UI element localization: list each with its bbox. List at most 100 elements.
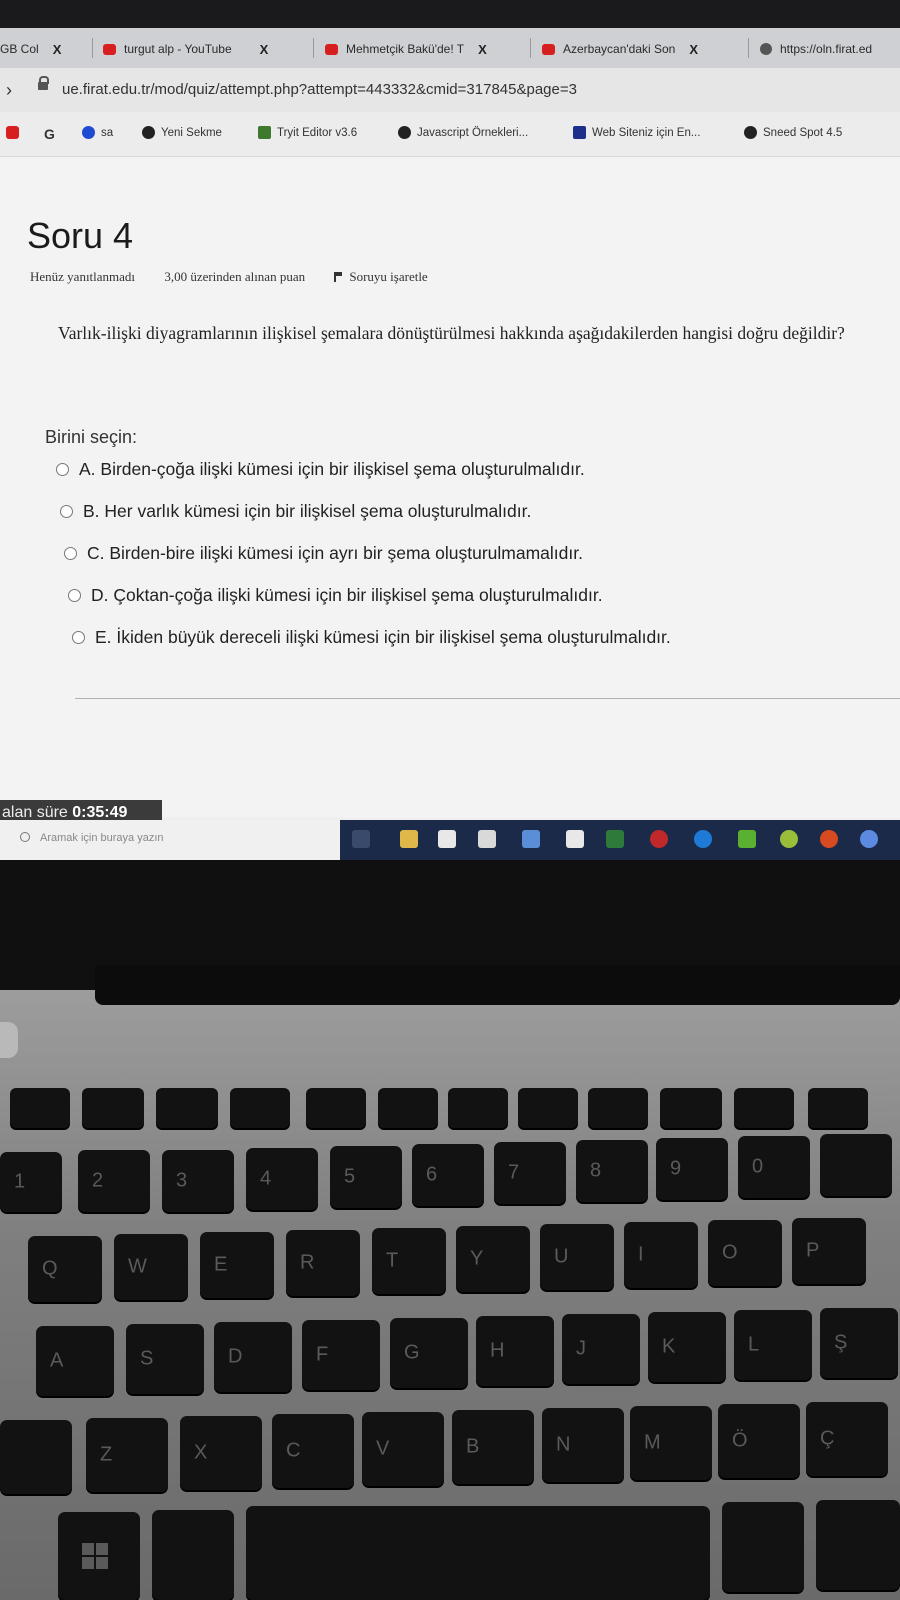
key-p: P [792,1218,866,1284]
key-x: X [180,1416,262,1490]
close-icon[interactable]: X [689,42,698,57]
timer-label: alan süre [2,804,68,821]
radio-button[interactable] [60,505,73,518]
firefox-icon[interactable] [820,830,838,848]
key-label: G [404,1341,420,1364]
option-label: C. Birden-bire ilişki kümesi için ayrı b… [87,543,583,563]
bookmark-youtube[interactable] [6,126,25,139]
tab-5[interactable]: https://oln.firat.ed [760,34,872,64]
key-a: A [36,1326,114,1396]
app-icon[interactable] [738,830,756,848]
key-label: 9 [670,1157,682,1180]
key-8: 8 [576,1140,648,1202]
key-7: 7 [494,1142,566,1204]
option-e[interactable]: E. İkiden büyük dereceli ilişki kümesi i… [72,627,671,648]
bookmark-tryit[interactable]: Tryit Editor v3.6 [258,126,357,139]
google-icon: G [44,126,55,142]
option-c[interactable]: C. Birden-bire ilişki kümesi için ayrı b… [64,543,583,564]
screen-top-edge [0,0,900,28]
key-label: U [554,1245,569,1268]
key-label: 0 [752,1155,764,1178]
option-b[interactable]: B. Her varlık kümesi için bir ilişkisel … [60,501,531,522]
key-1: 1 [0,1152,62,1212]
mail-icon[interactable] [522,830,540,848]
choose-label: Birini seçin: [45,427,138,447]
option-label: E. İkiden büyük dereceli ilişki kümesi i… [95,627,671,647]
chrome-icon[interactable] [780,830,798,848]
youtube-icon [103,43,116,55]
option-a[interactable]: A. Birden-çoğa ilişki kümesi için bir il… [56,459,585,480]
key-label: M [644,1431,661,1454]
task-view-icon[interactable] [352,830,370,848]
bookmark-google[interactable]: G [44,126,61,142]
url-field[interactable]: ue.firat.edu.tr/mod/quiz/attempt.php?att… [62,81,577,98]
globe-icon [744,126,757,139]
question-points: 3,00 üzerinden alınan puan [164,269,306,284]
tab-separator [92,38,93,58]
key-k: K [648,1312,726,1382]
quiz-page: Soru 4 Henüz yanıtlanmadı 3,00 üzerinden… [0,157,900,817]
keyboard-key [660,1088,722,1128]
terminal-icon[interactable] [566,830,584,848]
radio-button[interactable] [64,547,77,560]
tab-separator [313,38,314,58]
key-label: 7 [508,1161,520,1184]
keyboard-key [734,1088,794,1128]
windows-icon [82,1543,108,1569]
back-arrow-icon[interactable]: › [6,80,12,101]
key-label: P [806,1239,820,1262]
keyboard-key [808,1088,868,1128]
key-label: Q [42,1257,58,1280]
keyboard-key [820,1134,892,1196]
bookmark-javascript[interactable]: Javascript Örnekleri... [398,126,528,139]
question-info: Henüz yanıtlanmadı 3,00 üzerinden alınan… [30,269,454,285]
key-label: R [300,1251,315,1274]
lock-icon[interactable] [38,76,49,90]
tab-1[interactable]: GB Col X [0,34,61,64]
tab-4[interactable]: Azerbaycan'daki Son X [542,34,698,64]
youtube-icon [6,126,19,139]
calendar-icon[interactable] [478,830,496,848]
tab-2[interactable]: turgut alp - YouTube X [103,34,268,64]
key-r: R [286,1230,360,1296]
taskbar-search[interactable]: Aramak için buraya yazın [0,820,340,860]
edge-icon[interactable] [694,830,712,848]
close-icon[interactable]: X [53,42,62,57]
key-b: B [452,1410,534,1484]
radio-button[interactable] [68,589,81,602]
key-label: B [466,1435,480,1458]
key-label: Ş [834,1331,848,1354]
bookmark-label: Web Siteniz için En... [592,126,701,139]
bookmark-web-siteniz[interactable]: Web Siteniz için En... [573,126,700,139]
key-o-umlaut: Ö [718,1404,800,1478]
key-v: V [362,1412,444,1486]
radio-button[interactable] [56,463,69,476]
file-explorer-icon[interactable] [400,830,418,848]
flag-question-button[interactable]: Soruyu işaretle [334,269,428,284]
app-icon[interactable] [860,830,878,848]
key-label: X [194,1441,208,1464]
option-d[interactable]: D. Çoktan-çoğa ilişki kümesi için bir il… [68,585,603,606]
close-icon[interactable]: X [478,42,487,57]
key-d: D [214,1322,292,1392]
key-label: 6 [426,1163,438,1186]
bookmarks-bar: G sa Yeni Sekme Tryit Editor v3.6 Javasc… [0,112,900,157]
key-5: 5 [330,1146,402,1208]
tab-3[interactable]: Mehmetçik Bakü'de! T X [325,34,487,64]
opera-icon[interactable] [650,830,668,848]
question-status: Henüz yanıtlanmadı [30,269,136,284]
close-icon[interactable]: X [260,42,269,57]
tab-separator [748,38,749,58]
bookmark-sa[interactable]: sa [82,126,113,139]
key-i: I [624,1222,698,1288]
app-icon[interactable] [606,830,624,848]
search-placeholder: Aramak için buraya yazın [40,832,164,844]
bookmark-yeni-sekme[interactable]: Yeni Sekme [142,126,222,139]
keyboard-key [0,1420,72,1494]
store-icon[interactable] [438,830,456,848]
tab-label: https://oln.firat.ed [780,42,873,56]
radio-button[interactable] [72,631,85,644]
bookmark-sneed-spot[interactable]: Sneed Spot 4.5 [744,126,842,139]
tab-separator [530,38,531,58]
bookmark-label: Yeni Sekme [161,126,222,139]
